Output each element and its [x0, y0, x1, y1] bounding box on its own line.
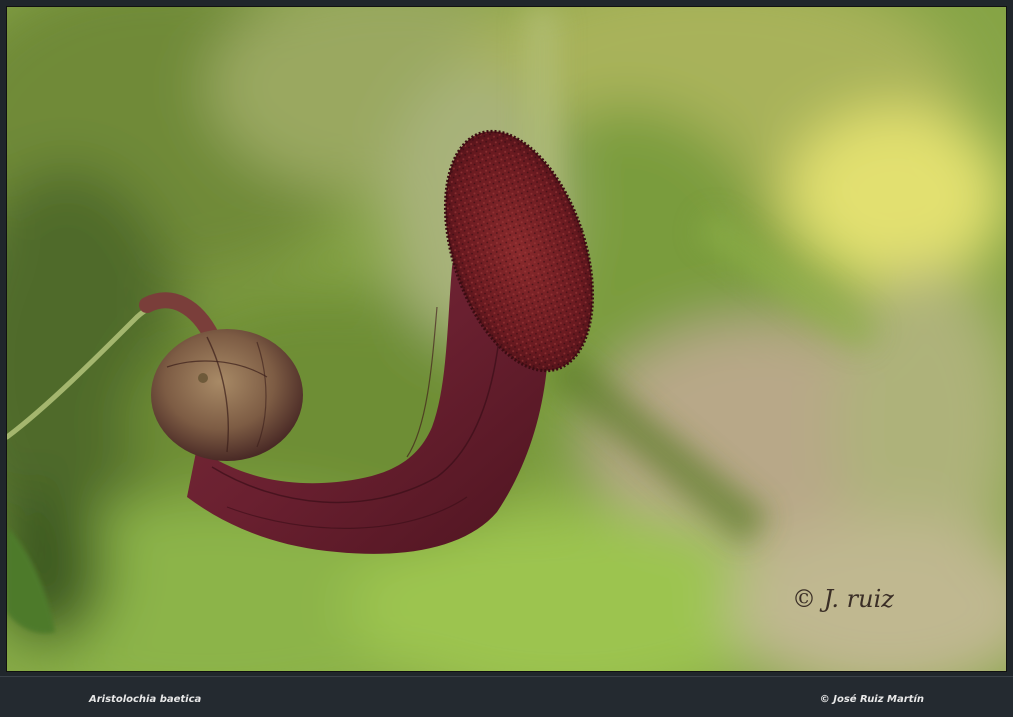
photo-frame: © J. ruiz Aristolochia baetica © José Ru…	[0, 0, 1013, 717]
species-caption: Aristolochia baetica	[89, 694, 202, 705]
photo-signature: © J. ruiz	[792, 585, 894, 613]
credit-caption: © José Ruiz Martín	[819, 694, 924, 705]
caption-bar: Aristolochia baetica © José Ruiz Martín	[0, 676, 1013, 717]
flower-photo: © J. ruiz	[6, 6, 1007, 672]
